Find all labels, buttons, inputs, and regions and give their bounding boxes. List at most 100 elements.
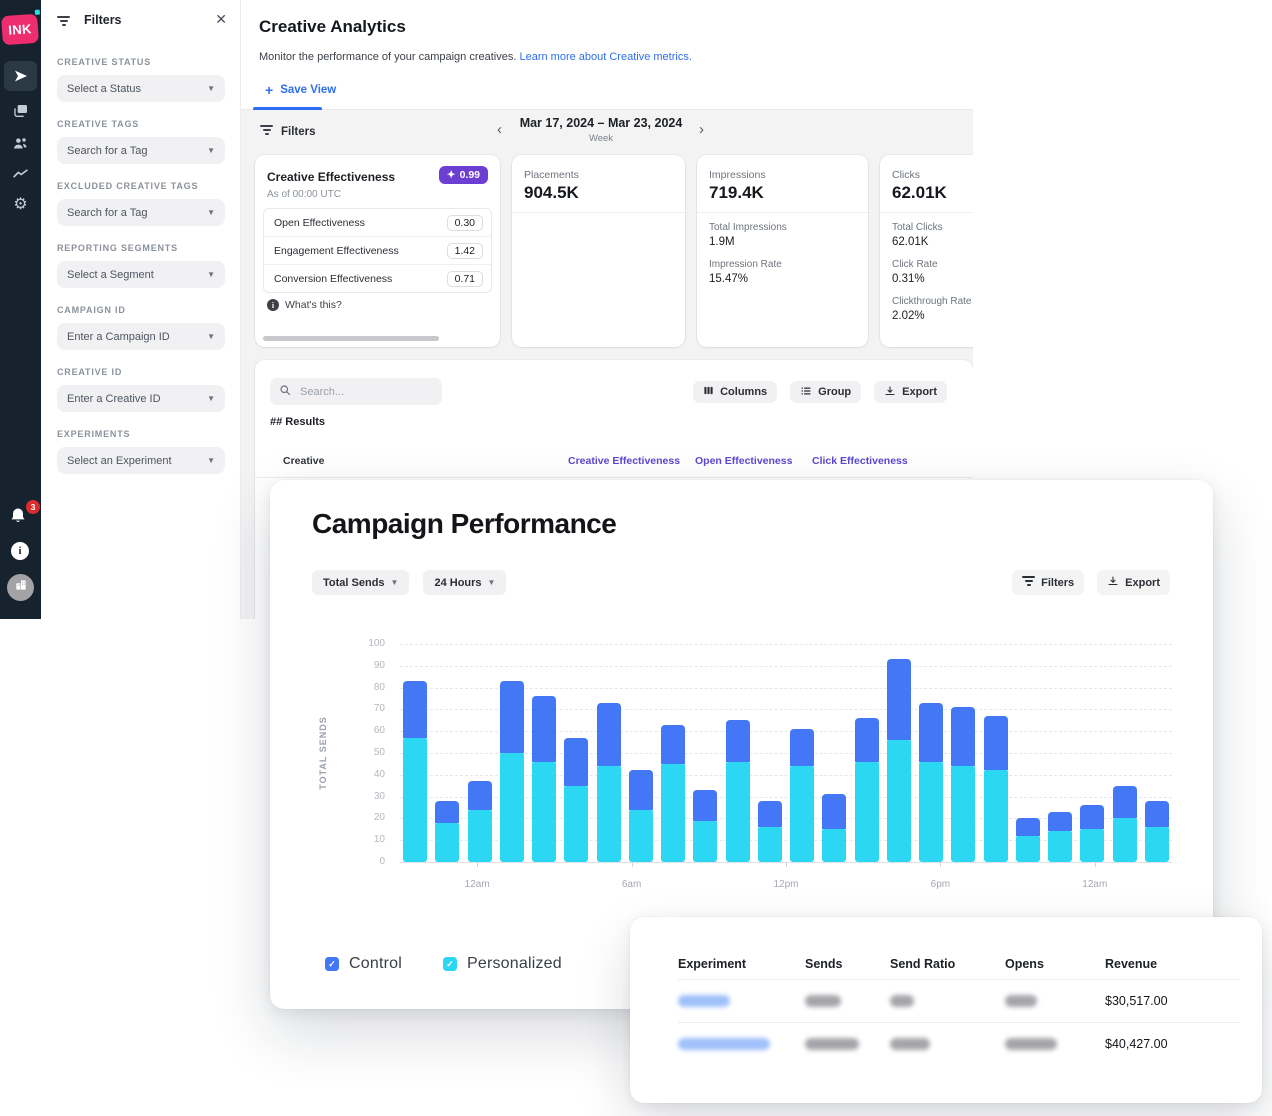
impressions-card: Impressions 719.4K Total Impressions1.9M… (697, 155, 868, 347)
metric-sub-value: 2.02% (892, 310, 973, 322)
bar-hour-19[interactable] (984, 716, 1008, 862)
bar-hour-4[interactable] (500, 681, 524, 862)
bar-hour-18[interactable] (951, 707, 975, 862)
bar-hour-24[interactable] (1145, 801, 1169, 862)
blurred-cell-experiment[interactable] (678, 1038, 805, 1050)
ink-logo[interactable]: INK (1, 14, 39, 45)
metric-sub: Impression Rate15.47% (709, 259, 860, 285)
checkbox-checked-icon[interactable]: ✓ (443, 957, 457, 971)
chart-export-button[interactable]: Export (1097, 570, 1170, 595)
x-tick-label: 12pm (773, 879, 798, 890)
learn-more-link[interactable]: Learn more about Creative metrics. (519, 51, 691, 63)
search-box[interactable] (270, 378, 442, 405)
bar-hour-3[interactable] (468, 781, 492, 862)
effectiveness-row-value: 0.30 (447, 215, 483, 231)
x-tick-mark (477, 862, 478, 867)
sparkle-icon: ✦ (447, 169, 456, 181)
bar-hour-6[interactable] (564, 738, 588, 862)
next-week-chevron-icon[interactable]: › (699, 121, 704, 138)
experiment-table: ExperimentSendsSend RatioOpensRevenue$30… (678, 949, 1240, 1065)
date-range[interactable]: Mar 17, 2024 – Mar 23, 2024 Week (241, 116, 961, 144)
chart-filters-button[interactable]: Filters (1012, 570, 1084, 595)
effectiveness-score-badge: ✦ 0.99 (439, 166, 488, 184)
close-icon[interactable]: ✕ (215, 11, 227, 28)
effectiveness-row: Engagement Effectiveness1.42 (264, 236, 491, 264)
bar-hour-15[interactable] (855, 718, 879, 862)
bar-segment-personalized (564, 786, 588, 862)
column-header-click-effectiveness[interactable]: Click Effectiveness (812, 455, 908, 467)
filter-select-creative-id[interactable]: Enter a Creative ID▼ (57, 385, 225, 412)
x-tick-mark (632, 862, 633, 867)
header-cell: Sends (805, 957, 890, 971)
nav-item-settings[interactable]: ⚙ (4, 190, 37, 220)
blurred-cell-experiment[interactable] (678, 995, 805, 1007)
metric-sub-label: Click Rate (892, 259, 973, 270)
filter-select-experiments[interactable]: Select an Experiment▼ (57, 447, 225, 474)
search-input[interactable] (298, 385, 422, 399)
checkbox-checked-icon[interactable]: ✓ (325, 957, 339, 971)
filter-section: CREATIVE TAGSSearch for a Tag▼ (57, 119, 225, 164)
blurred-value (805, 1038, 859, 1050)
columns-icon (703, 385, 714, 399)
bar-segment-control (919, 703, 943, 762)
y-tick-label: 80 (374, 682, 385, 693)
metric-sub: Click Rate0.31% (892, 259, 973, 285)
bar-segment-control (822, 794, 846, 829)
bar-hour-1[interactable] (403, 681, 427, 862)
bar-hour-23[interactable] (1113, 786, 1137, 862)
bar-segment-personalized (532, 762, 556, 862)
chevron-down-icon: ▼ (207, 84, 215, 93)
bar-hour-10[interactable] (693, 790, 717, 862)
group-button[interactable]: Group (790, 381, 861, 403)
bar-hour-7[interactable] (597, 703, 621, 862)
bar-hour-20[interactable] (1016, 818, 1040, 862)
bar-hour-8[interactable] (629, 770, 653, 862)
bar-segment-control (693, 790, 717, 821)
nav-item-send[interactable] (4, 61, 37, 91)
download-icon (884, 385, 896, 400)
bar-hour-17[interactable] (919, 703, 943, 862)
nav-item-analytics[interactable] (4, 159, 37, 189)
column-header-open-effectiveness[interactable]: Open Effectiveness (695, 455, 792, 467)
header-cell: Opens (1005, 957, 1105, 971)
save-view-tab[interactable]: + Save View (265, 82, 336, 98)
x-tick-label: 6pm (931, 879, 950, 890)
bar-hour-16[interactable] (887, 659, 911, 862)
filter-select-value: Search for a Tag (67, 145, 148, 157)
nav-item-creatives[interactable] (4, 96, 37, 126)
whats-this-link[interactable]: i What's this? (267, 299, 342, 311)
column-header-creative-effectiveness[interactable]: Creative Effectiveness (568, 455, 680, 467)
y-axis-ticks: 0102030405060708090100 (355, 644, 385, 862)
bar-hour-21[interactable] (1048, 812, 1072, 862)
help-button[interactable]: i (11, 542, 29, 560)
bar-hour-12[interactable] (758, 801, 782, 862)
nav-item-audiences[interactable] (4, 128, 37, 158)
bar-hour-13[interactable] (790, 729, 814, 862)
paper-plane-icon (13, 68, 29, 84)
bar-hour-22[interactable] (1080, 805, 1104, 862)
gear-icon: ⚙ (13, 197, 27, 213)
bar-hour-5[interactable] (532, 696, 556, 862)
org-avatar[interactable] (7, 574, 34, 601)
range-select[interactable]: 24 Hours ▼ (423, 570, 506, 595)
bar-hour-11[interactable] (726, 720, 750, 862)
legend-item-control[interactable]: ✓Control (325, 955, 402, 973)
bar-segment-personalized (435, 823, 459, 862)
filter-select-campaign-id[interactable]: Enter a Campaign ID▼ (57, 323, 225, 350)
bar-hour-2[interactable] (435, 801, 459, 862)
filter-select-reporting-segments[interactable]: Select a Segment▼ (57, 261, 225, 288)
legend-item-personalized[interactable]: ✓Personalized (443, 955, 562, 973)
bar-segment-control (597, 703, 621, 766)
horizontal-scrollbar[interactable] (263, 336, 439, 341)
columns-button[interactable]: Columns (693, 381, 777, 403)
filter-select-creative-status[interactable]: Select a Status▼ (57, 75, 225, 102)
filter-select-creative-tags[interactable]: Search for a Tag▼ (57, 137, 225, 164)
bar-hour-9[interactable] (661, 725, 685, 862)
bar-hour-14[interactable] (822, 794, 846, 862)
notifications-button[interactable]: 3 (8, 506, 34, 532)
filter-select-excluded-creative-tags[interactable]: Search for a Tag▼ (57, 199, 225, 226)
experiment-table-card: ExperimentSendsSend RatioOpensRevenue$30… (630, 917, 1262, 1103)
metric-select[interactable]: Total Sends ▼ (312, 570, 409, 595)
bar-segment-personalized (661, 764, 685, 862)
export-button[interactable]: Export (874, 381, 947, 403)
